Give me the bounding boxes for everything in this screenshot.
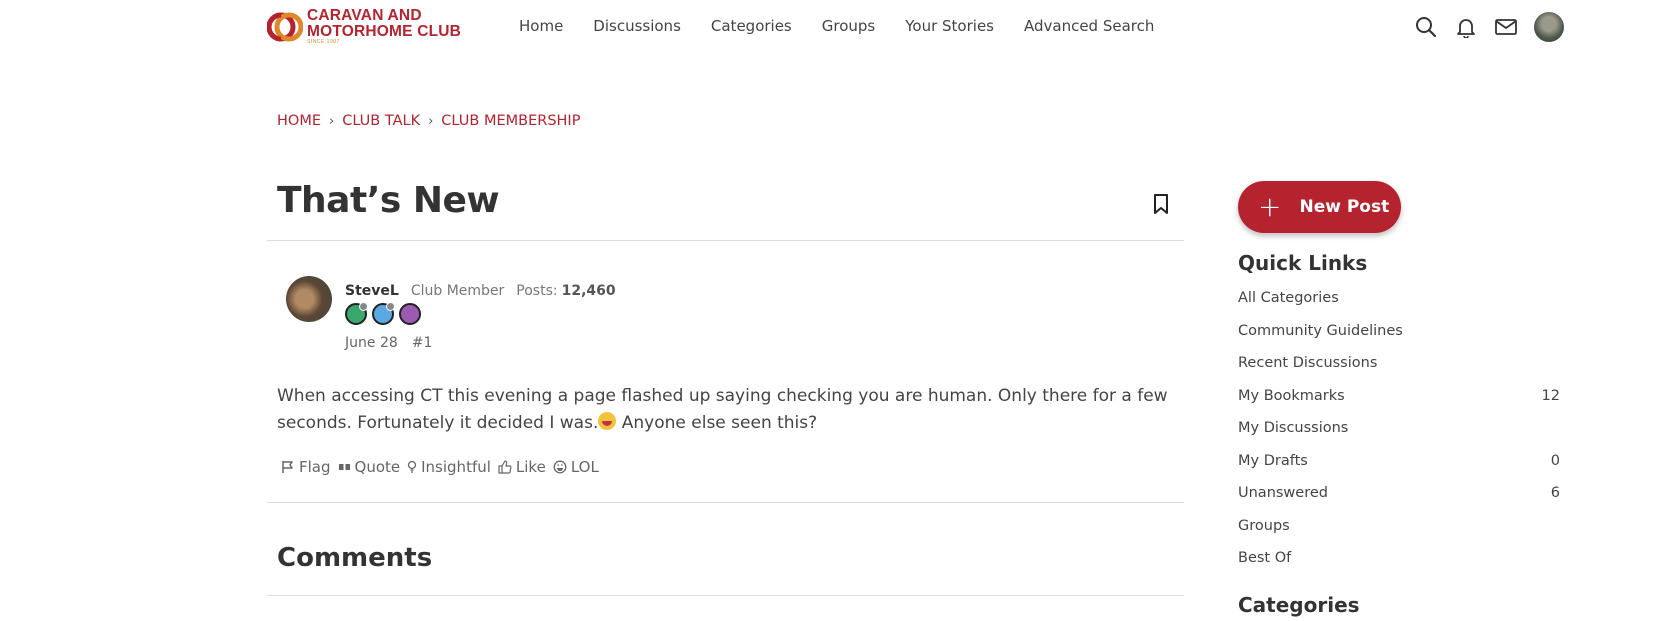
quick-link-label: All Categories — [1238, 290, 1339, 306]
header-actions — [1414, 12, 1564, 42]
breadcrumb-club-membership[interactable]: CLUB MEMBERSHIP — [441, 113, 580, 129]
site-header: CARAVAN AND MOTORHOME CLUB SINCE 1907 Ho… — [0, 0, 1679, 52]
lightbulb-icon — [407, 460, 417, 473]
quick-link-unanswered[interactable]: Unanswered 6 — [1238, 485, 1560, 518]
quick-links-title: Quick Links — [1238, 251, 1368, 275]
breadcrumb: HOME › CLUB TALK › CLUB MEMBERSHIP — [277, 113, 580, 129]
mail-icon[interactable] — [1494, 15, 1518, 39]
comments-heading: Comments — [277, 543, 433, 573]
breadcrumb-home[interactable]: HOME — [277, 113, 321, 129]
logo-text-line2: MOTORHOME CLUB — [307, 22, 462, 40]
new-post-button[interactable]: + New Post — [1238, 181, 1401, 233]
insightful-button[interactable]: Insightful — [407, 458, 491, 476]
quick-link-label: Recent Discussions — [1238, 355, 1378, 371]
quick-link-count: 0 — [1550, 452, 1560, 469]
nav-groups[interactable]: Groups — [822, 17, 875, 35]
post-body: When accessing CT this evening a page fl… — [277, 383, 1177, 437]
nav-discussions[interactable]: Discussions — [593, 17, 681, 35]
nav-advanced-search[interactable]: Advanced Search — [1024, 17, 1154, 35]
quote-icon — [338, 464, 350, 470]
quick-link-all-categories[interactable]: All Categories — [1238, 290, 1560, 323]
quick-link-my-discussions[interactable]: My Discussions — [1238, 420, 1560, 453]
author-info: SteveL Club Member Posts: 12,460 — [345, 283, 616, 299]
logo-since: SINCE 1907 — [307, 39, 340, 45]
thumbs-up-icon — [498, 460, 512, 474]
user-avatar[interactable] — [1534, 12, 1564, 42]
breadcrumb-separator-icon: › — [428, 113, 434, 129]
quick-link-label: Community Guidelines — [1238, 322, 1403, 339]
page-title: That’s New — [277, 180, 500, 221]
quick-link-my-drafts[interactable]: My Drafts 0 — [1238, 453, 1560, 486]
breadcrumb-separator-icon: › — [329, 113, 335, 129]
laughing-emoji-icon — [598, 412, 617, 430]
quick-link-community-guidelines[interactable]: Community Guidelines — [1238, 323, 1560, 356]
quick-link-best-of[interactable]: Best Of — [1238, 550, 1560, 583]
comments-divider — [267, 595, 1184, 596]
main-nav: Home Discussions Categories Groups Your … — [519, 17, 1184, 35]
logo-mark-icon — [266, 9, 304, 45]
nav-categories[interactable]: Categories — [711, 17, 792, 35]
nav-home[interactable]: Home — [519, 17, 563, 35]
new-post-label: New Post — [1299, 197, 1390, 217]
categories-title: Categories — [1238, 593, 1360, 617]
breadcrumb-club-talk[interactable]: CLUB TALK — [342, 113, 420, 129]
title-divider — [267, 240, 1184, 241]
laugh-icon — [553, 460, 567, 474]
anniversary-badge-icon[interactable] — [399, 303, 421, 325]
lol-label: LOL — [570, 458, 599, 476]
quote-label: Quote — [354, 458, 401, 476]
like-label: Like — [515, 458, 546, 476]
comment-badge-icon[interactable] — [372, 302, 395, 325]
post-divider — [267, 502, 1184, 503]
post-number[interactable]: #1 — [412, 335, 433, 351]
quick-link-label: My Drafts — [1238, 452, 1308, 469]
like-badge-icon[interactable] — [345, 302, 368, 325]
author-avatar[interactable] — [286, 276, 332, 322]
author-badges — [345, 302, 426, 325]
quick-link-label: Groups — [1238, 517, 1290, 534]
flag-button[interactable]: Flag — [281, 458, 331, 476]
logo-text-line1: CARAVAN AND — [307, 7, 422, 24]
quick-link-my-bookmarks[interactable]: My Bookmarks 12 — [1238, 388, 1560, 421]
quick-link-groups[interactable]: Groups — [1238, 518, 1560, 551]
like-button[interactable]: Like — [498, 458, 546, 476]
quick-link-label: Best Of — [1238, 550, 1292, 566]
quick-link-count: 6 — [1550, 485, 1560, 501]
quick-links-list: All Categories Community Guidelines Rece… — [1238, 290, 1560, 583]
post-actions: Flag Quote Insightful Like LOL — [281, 458, 606, 476]
posts-count: 12,460 — [561, 283, 616, 299]
post-meta: June 28 #1 — [345, 335, 432, 351]
quote-button[interactable]: Quote — [338, 458, 401, 476]
quick-link-count: 12 — [1541, 387, 1560, 404]
quick-link-label: My Discussions — [1238, 420, 1349, 436]
bookmark-icon[interactable] — [1153, 194, 1169, 214]
author-role: Club Member — [410, 283, 505, 299]
plus-icon: + — [1258, 190, 1282, 223]
posts-label: Posts: — [516, 283, 558, 299]
flag-icon — [282, 461, 293, 473]
post-body-text-end: Anyone else seen this? — [616, 413, 818, 433]
search-icon[interactable] — [1414, 15, 1438, 39]
insightful-label: Insightful — [421, 458, 491, 476]
lol-button[interactable]: LOL — [553, 458, 599, 476]
post-date[interactable]: June 28 — [345, 335, 398, 351]
quick-link-label: Unanswered — [1238, 485, 1328, 501]
quick-link-recent-discussions[interactable]: Recent Discussions — [1238, 355, 1560, 388]
nav-your-stories[interactable]: Your Stories — [905, 17, 994, 35]
bell-icon[interactable] — [1454, 15, 1478, 39]
flag-label: Flag — [299, 458, 331, 476]
quick-link-label: My Bookmarks — [1238, 387, 1345, 404]
author-name[interactable]: SteveL — [345, 283, 399, 299]
site-logo[interactable]: CARAVAN AND MOTORHOME CLUB SINCE 1907 — [266, 7, 462, 45]
